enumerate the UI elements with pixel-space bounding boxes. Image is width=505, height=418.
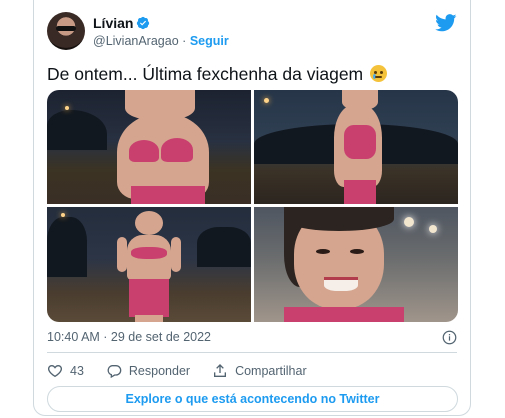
photo-4[interactable] (254, 207, 458, 322)
author-row: Lívian (93, 15, 150, 31)
tweet-text: De ontem... Última fexchenha da viagem (47, 64, 388, 85)
avatar[interactable] (47, 12, 85, 50)
author-name[interactable]: Lívian (93, 15, 133, 31)
follow-button[interactable]: Seguir (190, 34, 229, 48)
tweet-actions: 43 Responder Compartilhar (47, 363, 329, 379)
reply-label: Responder (128, 364, 191, 378)
photo-2[interactable] (254, 90, 458, 204)
heart-icon (48, 364, 62, 378)
like-count: 43 (70, 364, 84, 378)
tweet-timestamp[interactable]: 10:40 AM · 29 de set de 2022 (47, 330, 211, 344)
reply-bubble-icon (107, 365, 122, 379)
tweet-header: Lívian @LivianAragao · Seguir (47, 12, 457, 52)
info-icon[interactable] (442, 330, 457, 345)
separator-dot: · (182, 34, 187, 48)
handle-row: @LivianAragao · Seguir (93, 34, 229, 48)
reply-button[interactable]: Responder (106, 363, 190, 379)
tweet-text-content: De ontem... Última fexchenha da viagem (47, 64, 364, 84)
tweet-card: Lívian @LivianAragao · Seguir De ontem..… (33, 0, 471, 416)
share-upload-icon (214, 364, 227, 377)
photo-grid (47, 90, 458, 322)
twitter-bird-icon[interactable] (435, 14, 457, 32)
divider (47, 352, 457, 353)
face-holding-back-tears-emoji (370, 65, 388, 82)
photo-3[interactable] (47, 207, 251, 322)
photo-1[interactable] (47, 90, 251, 204)
explore-twitter-button[interactable]: Explore o que está acontecendo no Twitte… (47, 386, 458, 412)
verified-badge-icon (137, 16, 150, 30)
share-button[interactable]: Compartilhar (212, 363, 307, 379)
author-handle[interactable]: @LivianAragao (93, 34, 179, 48)
share-label: Compartilhar (235, 364, 307, 378)
like-button[interactable]: 43 (47, 363, 84, 379)
